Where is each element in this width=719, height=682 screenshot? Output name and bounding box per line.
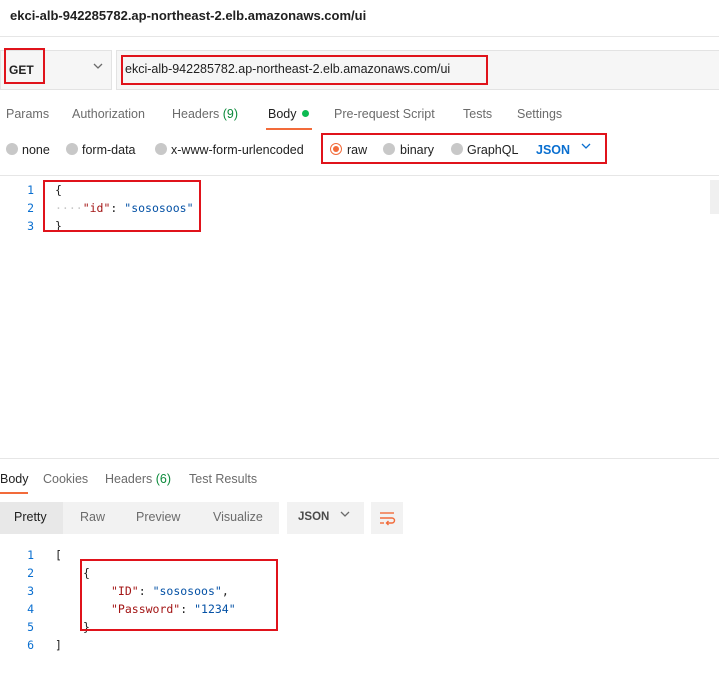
line-number: 2 [27,566,34,580]
view-mode-pretty[interactable]: Pretty [14,510,47,524]
radio-none[interactable] [6,143,18,155]
scrollbar[interactable] [710,180,719,214]
request-body-highlight-box [43,180,201,232]
response-tab-cookies[interactable]: Cookies [43,472,88,486]
line-number: 5 [27,620,34,634]
response-tab-headers-label: Headers [105,472,153,486]
divider [0,175,719,176]
tab-authorization[interactable]: Authorization [72,107,145,121]
view-mode-visualize[interactable]: Visualize [213,510,263,524]
response-tab-underline [0,492,28,494]
radio-urlencoded-label[interactable]: x-www-form-urlencoded [171,143,304,157]
headers-count-badge: (9) [222,107,239,121]
line-number: 4 [27,602,34,616]
tab-headers[interactable]: Headers (9) [172,107,238,121]
body-mode-highlight-box [321,133,607,164]
line-number: 1 [27,548,34,562]
chevron-down-icon[interactable] [339,508,351,523]
wrap-lines-icon [380,512,396,526]
response-headers-count-badge: (6) [155,472,172,486]
tab-settings[interactable]: Settings [517,107,562,121]
method-highlight-box [4,48,45,84]
tab-headers-label: Headers [172,107,220,121]
line-number: 3 [27,219,34,233]
tab-pre-request-script[interactable]: Pre-request Script [334,107,435,121]
response-tab-body[interactable]: Body [0,472,29,486]
view-mode-preview[interactable]: Preview [136,510,180,524]
view-mode-raw[interactable]: Raw [80,510,105,524]
response-tab-test-results[interactable]: Test Results [189,472,257,486]
tab-tests[interactable]: Tests [463,107,492,121]
response-format-label: JSON [298,511,330,523]
line-number: 2 [27,201,34,215]
url-highlight-box [121,55,488,85]
wrap-lines-button[interactable] [371,502,403,534]
radio-none-label[interactable]: none [22,143,50,157]
code-bracket-open: [ [55,548,62,562]
code-bracket-close: ] [55,638,62,652]
response-body-highlight-box [80,559,278,631]
active-tab-underline [266,128,312,130]
tab-body[interactable]: Body [268,107,297,121]
tab-params[interactable]: Params [6,107,49,121]
radio-form-data-label[interactable]: form-data [82,143,136,157]
response-tab-headers[interactable]: Headers (6) [105,472,171,486]
divider [0,36,719,37]
body-active-dot [302,110,309,117]
chevron-down-icon[interactable] [92,60,104,75]
line-number: 1 [27,183,34,197]
page-title: ekci-alb-942285782.ap-northeast-2.elb.am… [10,8,367,23]
radio-form-data[interactable] [66,143,78,155]
line-number: 6 [27,638,34,652]
line-number: 3 [27,584,34,598]
radio-x-www-form-urlencoded[interactable] [155,143,167,155]
divider [0,458,719,459]
